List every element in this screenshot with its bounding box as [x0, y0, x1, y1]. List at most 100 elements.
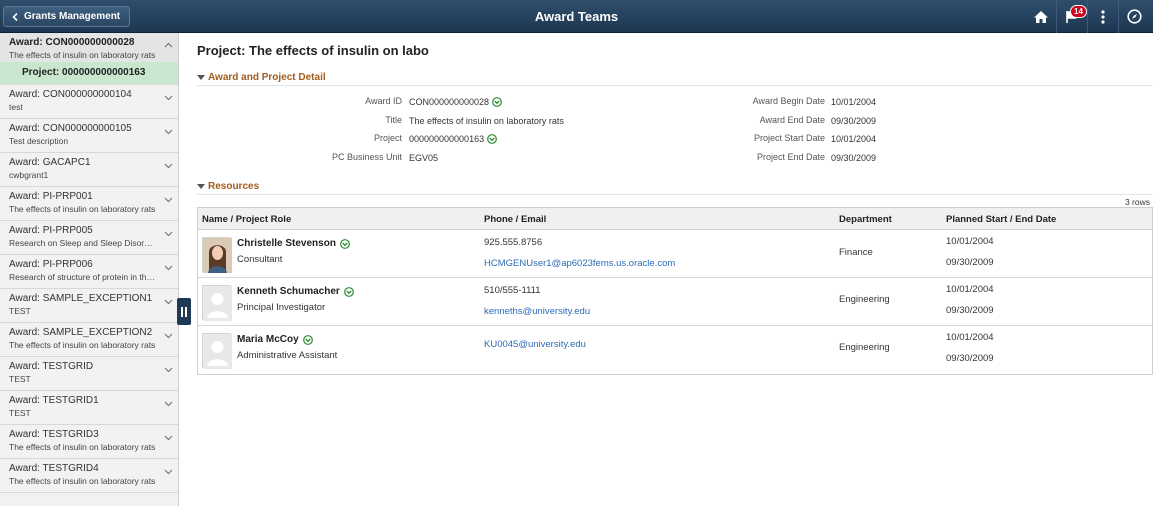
field-value-text: 000000000000163 [409, 134, 485, 144]
chevron-down-icon [164, 469, 173, 475]
person-name-cell: Maria McCoy [237, 334, 313, 345]
chevron-up-icon [164, 42, 173, 48]
project-role: Administrative Assistant [237, 350, 338, 361]
chevron-down-icon [164, 265, 173, 271]
field-label: Award Begin Date [752, 96, 825, 106]
award-title: Award: TESTGRID [9, 361, 94, 372]
chevron-down-icon [164, 333, 173, 339]
field-value: 10/01/2004 [831, 134, 877, 144]
avatar-placeholder-icon [202, 333, 232, 369]
navbar-button[interactable] [1119, 0, 1149, 33]
sidebar-award-item[interactable]: Award: CON000000000028 The effects of ins… [0, 33, 178, 62]
person-name-cell: Kenneth Schumacher [237, 286, 354, 297]
sidebar-award-item[interactable]: Award: TESTGRID TEST [0, 357, 178, 391]
award-title: Award: TESTGRID1 [9, 395, 99, 406]
email-link[interactable]: kenneths@university.edu [484, 306, 590, 317]
field-value: The effects of insulin on laboratory rat… [409, 115, 564, 127]
related-content-icon[interactable] [340, 238, 350, 249]
detail-field: Project End Date [627, 152, 825, 164]
award-title: Award: PI-PRP001 [9, 191, 93, 202]
section-title: Resources [208, 181, 260, 192]
sidebar-award-item[interactable]: Award: GACAPC1 cwbgrant1 [0, 153, 178, 187]
sidebar-award-item[interactable]: Award: SAMPLE_EXCEPTION2 The effects of i… [0, 323, 178, 357]
award-description: TEST [9, 374, 31, 384]
sidebar-award-item[interactable]: Award: TESTGRID3 The effects of insulin o… [0, 425, 178, 459]
sidebar-award-item[interactable]: Award: PI-PRP006 Research of structure of… [0, 255, 178, 289]
award-description: Research on Sleep and Sleep Disorders [9, 238, 156, 248]
column-header[interactable]: Planned Start / End Date [946, 214, 1056, 225]
main-content: Project: The effects of insulin on labo … [197, 33, 1153, 375]
detail-field: Project [197, 133, 402, 145]
compass-icon [1126, 9, 1142, 24]
field-label: Project Start Date [753, 133, 825, 143]
person-name: Maria McCoy [237, 334, 299, 345]
award-title: Award: SAMPLE_EXCEPTION1 [9, 293, 153, 304]
field-label: Title [385, 114, 402, 125]
field-label: Award End Date [759, 114, 825, 125]
chevron-down-icon [164, 299, 173, 305]
home-button[interactable] [1026, 0, 1056, 33]
notifications-button[interactable]: 14 [1057, 0, 1087, 33]
actions-menu-button[interactable] [1088, 0, 1118, 33]
detail-field: Award End Date [627, 115, 825, 127]
planned-end-date: 09/30/2009 [946, 305, 994, 316]
person-name: Kenneth Schumacher [237, 286, 340, 297]
field-value: CON000000000028 [409, 96, 502, 108]
pause-bars-icon [181, 306, 187, 317]
sidebar-award-item[interactable]: Award: PI-PRP005 Research on Sleep and Sl… [0, 221, 178, 255]
rows-count: 3 rows [1124, 197, 1150, 207]
award-description: The effects of insulin on laboratory rat… [9, 204, 156, 214]
chevron-down-icon [164, 401, 173, 407]
person-name: Christelle Stevenson [237, 238, 336, 249]
column-header[interactable]: Department [839, 214, 892, 225]
sidebar-award-item[interactable]: Award: CON000000000105 Test description [0, 119, 178, 153]
field-value-text: EGV05 [409, 152, 439, 163]
sidebar-award-item[interactable]: Award: TESTGRID4 The effects of insulin o… [0, 459, 178, 493]
column-header[interactable]: Name / Project Role [202, 214, 291, 225]
field-label: Award ID [365, 96, 402, 106]
sidebar-award-item[interactable]: Award: PI-PRP001 The effects of insulin o… [0, 187, 178, 221]
detail-field: Award Begin Date [627, 96, 825, 108]
award-title: Award: GACAPC1 [9, 157, 91, 168]
field-value: 000000000000163 [409, 133, 497, 145]
sidebar-award-item[interactable]: Award: TESTGRID1 TEST [0, 391, 178, 425]
field-value-text: The effects of insulin on laboratory rat… [409, 115, 564, 126]
award-description: The effects of insulin on laboratory rat… [9, 476, 156, 486]
resources-section[interactable]: Resources [197, 181, 259, 192]
sidebar-award-item[interactable]: Award: CON000000000104 test [0, 85, 178, 119]
sidebar-award-item[interactable]: Award: SAMPLE_EXCEPTION1 TEST [0, 289, 178, 323]
detail-field: PC Business Unit [197, 152, 402, 164]
related-content-icon[interactable] [302, 334, 313, 345]
award-description: The effects of insulin on laboratory rat… [9, 50, 156, 60]
sidebar-project-item[interactable]: Project: 000000000000163 [0, 62, 178, 85]
award-description: TEST [9, 306, 31, 316]
field-value: EGV05 [409, 152, 438, 164]
table-row: Maria McCoy Administrative Assistant KU004… [198, 326, 1152, 374]
department: Engineering [839, 342, 890, 353]
back-button[interactable]: Grants Management [3, 6, 131, 27]
award-description: cwbgrant1 [9, 170, 49, 180]
email-link[interactable]: HCMGENUser1@ap6023fems.us.oracle.com [484, 258, 675, 269]
related-content-icon[interactable] [343, 286, 354, 297]
phone-number: 925.555.8756 [484, 237, 543, 248]
award-title: Award: TESTGRID4 [9, 463, 99, 474]
related-content-icon[interactable] [487, 134, 497, 144]
planned-start-date: 10/01/2004 [946, 332, 994, 343]
award-description: The effects of insulin on laboratory rat… [9, 442, 156, 452]
project-role: Consultant [237, 254, 283, 265]
email-link[interactable]: KU0045@university.edu [484, 339, 586, 350]
collapse-triangle-icon [197, 74, 205, 80]
field-value: 09/30/2009 [831, 115, 877, 126]
award-project-detail-section[interactable]: Award and Project Detail [197, 72, 326, 83]
award-description: TEST [9, 408, 31, 418]
chevron-down-icon [164, 435, 173, 441]
related-content-icon[interactable] [492, 97, 502, 107]
collapse-panel-button[interactable] [177, 298, 191, 325]
section-title: Award and Project Detail [208, 72, 326, 83]
field-label: PC Business Unit [331, 151, 402, 162]
award-title: Award: CON000000000028 [9, 37, 135, 48]
column-header[interactable]: Phone / Email [484, 214, 546, 225]
home-icon [1034, 10, 1048, 23]
award-title: Award: SAMPLE_EXCEPTION2 [9, 327, 153, 338]
chevron-down-icon [164, 367, 173, 373]
